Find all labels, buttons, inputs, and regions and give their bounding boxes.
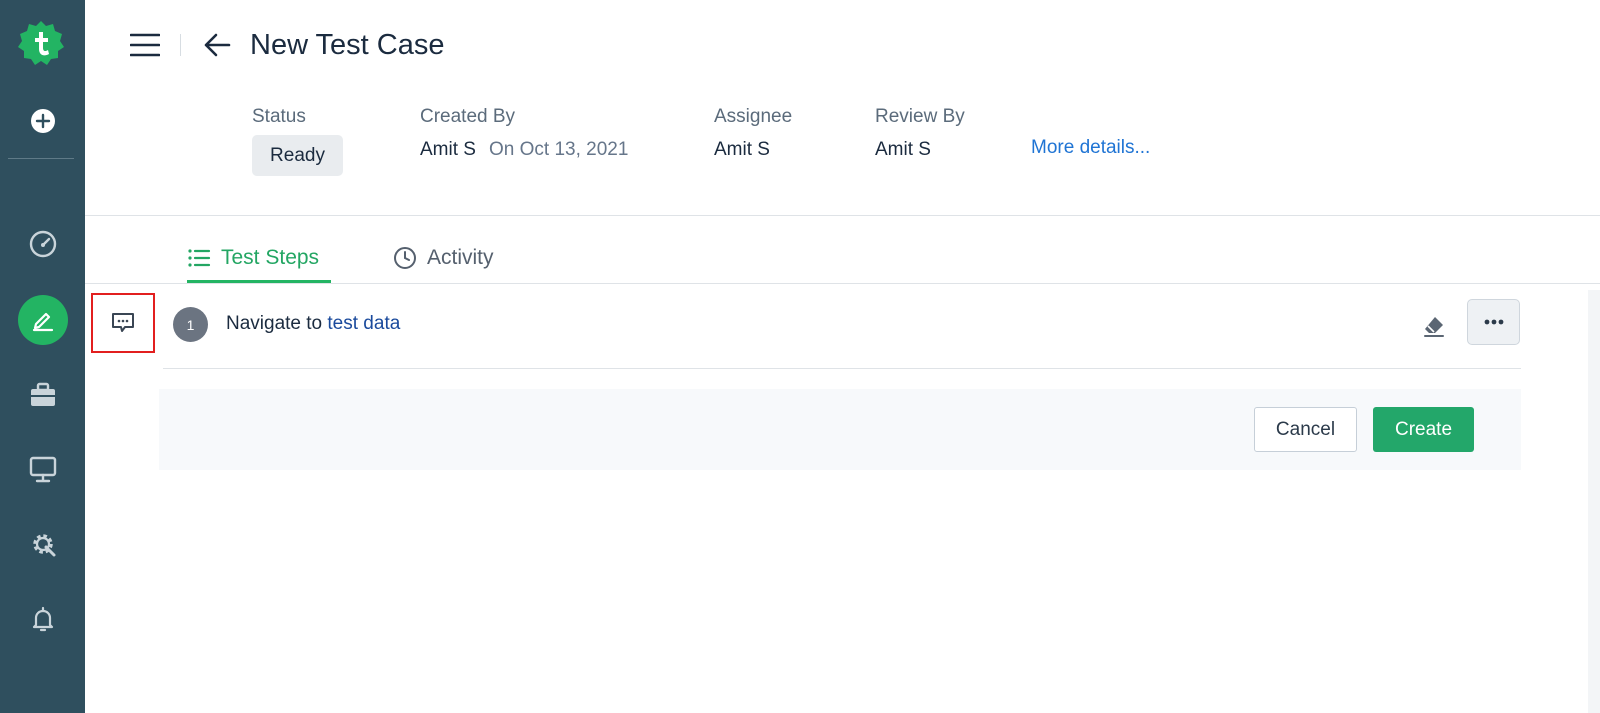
sidebar-item-settings[interactable] (0, 522, 85, 566)
review-by-label: Review By (875, 106, 965, 127)
step-number: 1 (173, 307, 208, 342)
sidebar-item-dashboard[interactable] (0, 222, 85, 266)
sidebar-divider (8, 158, 74, 159)
header-separator (180, 34, 181, 56)
sidebar-item-projects[interactable] (0, 373, 85, 417)
clock-icon (394, 247, 416, 269)
monitor-icon (29, 456, 56, 483)
sidebar (0, 0, 85, 713)
review-by-value: Amit S (875, 139, 931, 160)
hamburger-menu-button[interactable] (129, 30, 161, 60)
tabs-divider (85, 283, 1600, 284)
sidebar-item-test-cases[interactable] (0, 295, 85, 345)
back-button[interactable] (202, 30, 232, 60)
more-details-link[interactable]: More details... (1031, 137, 1150, 159)
sidebar-item-devices[interactable] (0, 447, 85, 491)
more-horizontal-icon (1484, 319, 1503, 325)
scrollbar[interactable] (1588, 290, 1600, 713)
arrow-left-icon (204, 33, 231, 57)
step-more-options-button[interactable] (1467, 299, 1520, 345)
test-data-link[interactable]: test data (327, 313, 400, 334)
created-by-label: Created By (420, 106, 516, 127)
details-divider (85, 215, 1600, 216)
created-by-value: Amit S (420, 139, 476, 160)
create-button[interactable]: Create (1373, 407, 1474, 452)
briefcase-icon (30, 382, 55, 406)
status-label: Status (252, 106, 306, 127)
step-text[interactable]: Navigate to test data (226, 313, 400, 335)
status-badge[interactable]: Ready (252, 135, 343, 176)
created-on-date: On Oct 13, 2021 (489, 139, 629, 160)
step-divider (163, 368, 1521, 369)
edit-icon (32, 312, 53, 332)
add-comment-button[interactable] (91, 293, 155, 353)
bell-icon (32, 606, 53, 632)
tab-activity[interactable]: Activity (393, 234, 494, 282)
menu-icon (129, 33, 161, 57)
settings-icon (32, 534, 55, 557)
tab-test-steps[interactable]: Test Steps (187, 234, 319, 282)
sidebar-item-notifications[interactable] (0, 597, 85, 641)
dashboard-icon (29, 230, 56, 258)
page-title: New Test Case (250, 29, 445, 61)
tab-test-steps-label: Test Steps (221, 246, 320, 269)
logo-icon[interactable] (17, 19, 65, 67)
assignee-label: Assignee (714, 106, 793, 127)
clear-step-button[interactable] (1419, 311, 1449, 341)
tab-activity-label: Activity (427, 246, 494, 269)
add-button[interactable] (0, 99, 85, 143)
assignee-value: Amit S (714, 139, 770, 160)
cancel-button[interactable]: Cancel (1254, 407, 1357, 452)
list-icon (188, 249, 211, 267)
eraser-icon (1424, 317, 1444, 337)
plus-circle-icon (30, 109, 55, 133)
step-action-text: Navigate to (226, 313, 323, 334)
comment-icon (112, 313, 134, 332)
